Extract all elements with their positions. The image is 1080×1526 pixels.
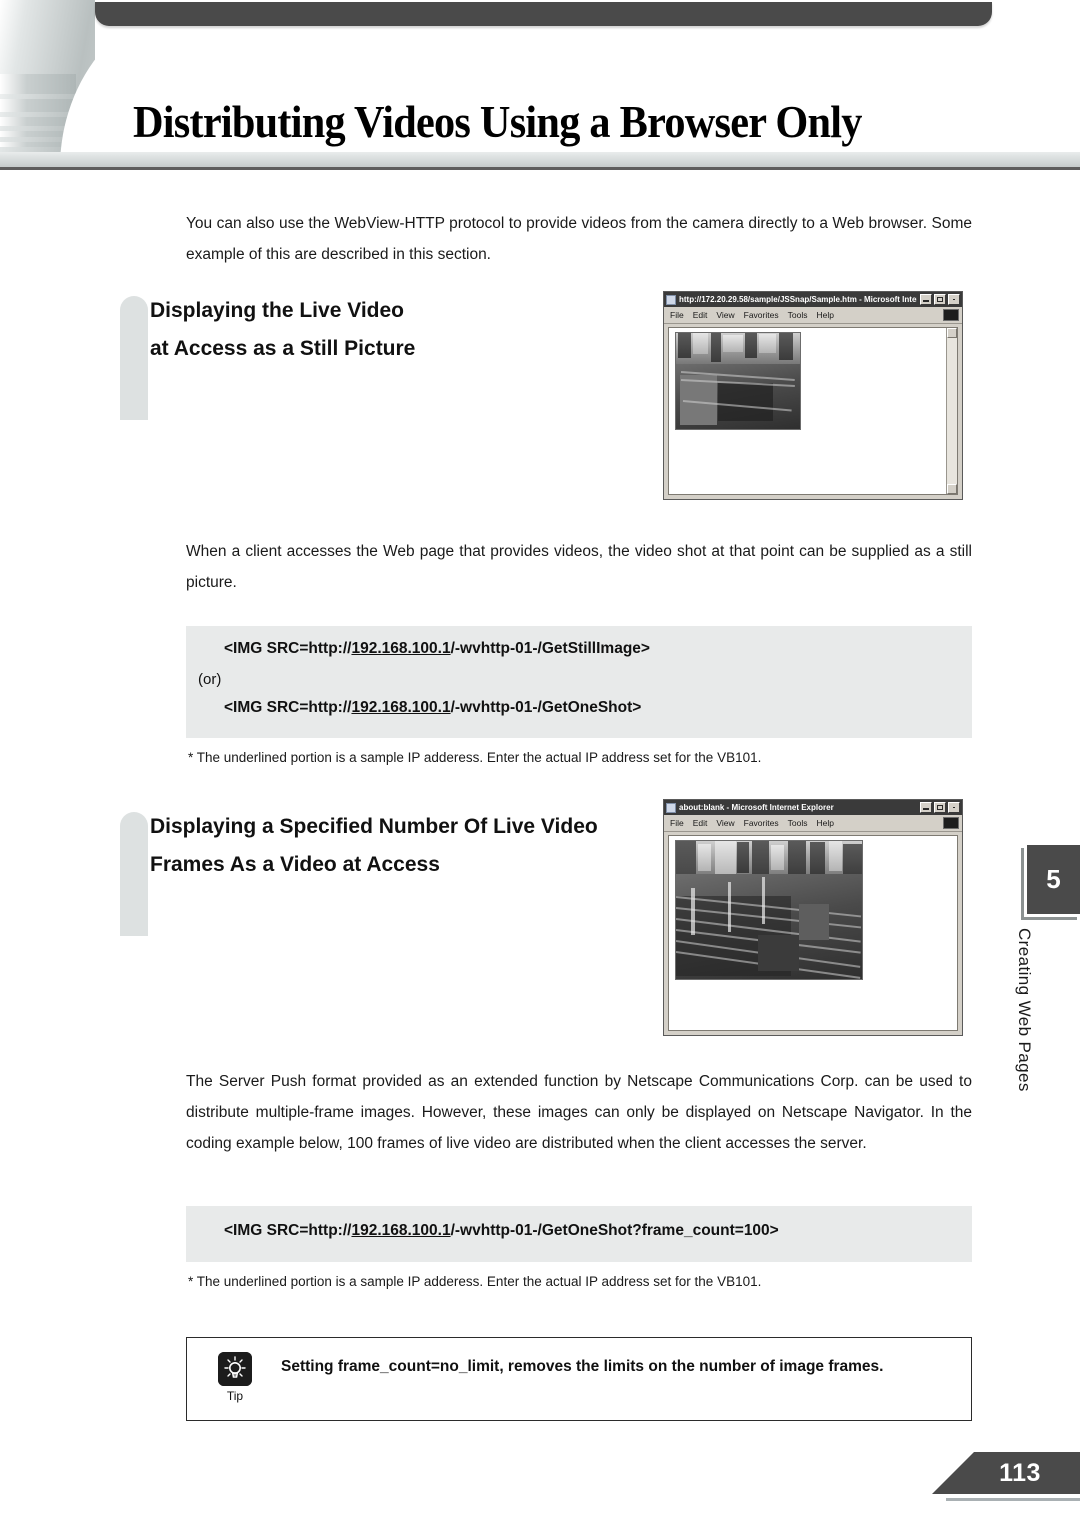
browser-2-window-buttons[interactable] [920,802,960,813]
section-2-heading-line2: Frames As a Video at Access [150,853,440,876]
browser-2-title: about:blank - Microsoft Internet Explore… [679,803,834,812]
chapter-tab-label: Creating Web Pages [1015,928,1034,1092]
section-1-heading-line2: at Access as a Still Picture [150,337,416,360]
ie-logo-icon [943,309,959,321]
section-2-heading-line1: Displaying a Specified Number Of Live Vi… [150,815,598,838]
browser-2-menubar[interactable]: File Edit View Favorites Tools Help [664,815,962,832]
menu-item-file[interactable]: File [670,308,684,322]
tip-label: Tip [226,1389,244,1403]
menu-item-tools[interactable]: Tools [788,308,808,322]
browser-1-scrollbar[interactable] [946,328,957,494]
browser-window-video-frames[interactable]: about:blank - Microsoft Internet Explore… [663,799,963,1036]
browser-2-titlebar[interactable]: about:blank - Microsoft Internet Explore… [664,800,962,815]
browser-1-viewport [668,327,958,495]
menu-item-help[interactable]: Help [816,308,833,322]
menu-item-tools[interactable]: Tools [788,816,808,830]
scroll-down-arrow-icon[interactable] [947,484,957,494]
close-button[interactable] [948,802,960,813]
page-content: You can also use the WebView-HTTP protoc… [0,0,1080,1526]
section-2-accent-bar [120,812,148,936]
tip-text: Setting frame_count=no_limit, removes th… [281,1358,884,1375]
menu-item-edit[interactable]: Edit [693,816,708,830]
code-line-framecount: <IMG SRC=http://192.168.100.1/-wvhttp-01… [224,1222,779,1239]
section-1-paragraph: When a client accesses the Web page that… [186,543,972,591]
code-or-label: (or) [198,671,222,688]
section-1-accent-bar [120,296,148,420]
ie-app-icon [666,802,676,813]
code-block-2: <IMG SRC=http://192.168.100.1/-wvhttp-01… [186,1206,972,1262]
live-video-frames-image [675,840,863,980]
chapter-tab-number: 5 [1024,845,1080,917]
maximize-button[interactable] [934,802,946,813]
menu-item-help[interactable]: Help [816,816,833,830]
page-number: 113 [999,1458,1041,1487]
live-video-still-image [675,332,801,430]
minimize-button[interactable] [920,294,932,305]
close-button[interactable] [948,294,960,305]
menu-item-view[interactable]: View [716,308,734,322]
ie-app-icon [666,294,676,305]
tip-icon-group: Tip [209,1352,261,1403]
code-block-1: <IMG SRC=http://192.168.100.1/-wvhttp-01… [186,626,972,738]
browser-1-window-buttons[interactable] [920,294,960,305]
tip-callout-box: Tip Setting frame_count=no_limit, remove… [186,1337,972,1421]
section-1-heading-line1: Displaying the Live Video [150,299,405,322]
menu-item-favorites[interactable]: Favorites [744,308,779,322]
browser-1-titlebar[interactable]: http://172.20.29.58/sample/JSSnap/Sample… [664,292,962,307]
scroll-up-arrow-icon[interactable] [947,328,957,338]
footer-rule [946,1498,1080,1501]
menu-item-file[interactable]: File [670,816,684,830]
section-1-footnote: * The underlined portion is a sample IP … [188,750,762,765]
menu-item-favorites[interactable]: Favorites [744,816,779,830]
section-2-footnote: * The underlined portion is a sample IP … [188,1274,762,1289]
browser-2-viewport [668,835,958,1031]
section-2-paragraph: The Server Push format provided as an ex… [186,1073,972,1152]
browser-1-menubar[interactable]: File Edit View Favorites Tools Help [664,307,962,324]
browser-1-title: http://172.20.29.58/sample/JSSnap/Sample… [679,295,917,304]
menu-item-edit[interactable]: Edit [693,308,708,322]
maximize-button[interactable] [934,294,946,305]
code-line-getoneshot: <IMG SRC=http://192.168.100.1/-wvhttp-01… [224,699,642,716]
code-line-getstillimage: <IMG SRC=http://192.168.100.1/-wvhttp-01… [224,640,650,657]
ie-logo-icon [943,817,959,829]
intro-paragraph: You can also use the WebView-HTTP protoc… [186,215,972,263]
browser-window-still-picture[interactable]: http://172.20.29.58/sample/JSSnap/Sample… [663,291,963,500]
menu-item-view[interactable]: View [716,816,734,830]
lightbulb-icon [218,1352,252,1386]
minimize-button[interactable] [920,802,932,813]
